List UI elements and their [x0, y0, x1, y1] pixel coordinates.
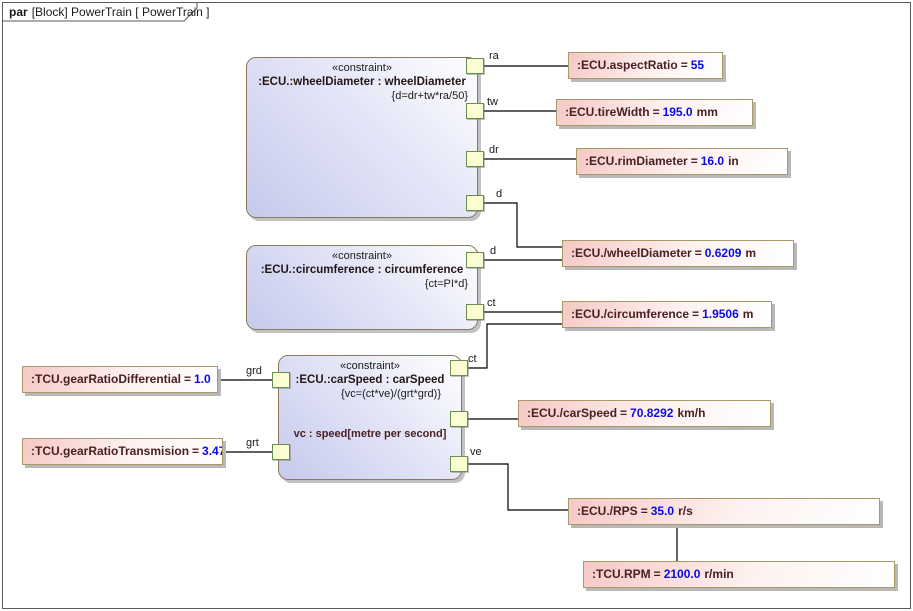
port-label-d2: d — [490, 245, 497, 257]
port-label-ra: ra — [489, 50, 499, 62]
value-unit: km/h — [677, 406, 706, 420]
port-label-ve: ve — [470, 446, 482, 458]
equals-sign: = — [620, 406, 628, 420]
port-label-grd: grd — [246, 365, 262, 377]
value-label: :ECU./circumference — [571, 307, 690, 321]
port-grt-carspeed[interactable] — [272, 444, 290, 460]
value-number: 195.0 — [662, 105, 693, 119]
port-d-circumference[interactable] — [466, 252, 484, 268]
value-unit: m — [745, 246, 757, 260]
value-label: :ECU./wheelDiameter — [571, 246, 692, 260]
value-number: 55 — [690, 58, 705, 72]
port-label-ct2: ct — [487, 297, 496, 309]
port-label-d1: d — [496, 188, 503, 200]
value-box-aspectratio[interactable]: :ECU.aspectRatio = 55 — [568, 52, 723, 79]
port-d-wheeldiameter[interactable] — [466, 195, 484, 211]
frame-title-text: [Block] PowerTrain [ PowerTrain ] — [31, 5, 210, 19]
equals-sign: = — [680, 58, 688, 72]
equals-sign: = — [692, 307, 700, 321]
value-label: :ECU.rimDiameter — [585, 154, 688, 168]
diagram-frame-title: par [Block] PowerTrain [ PowerTrain ] — [9, 5, 210, 19]
port-label-ct3: ct — [468, 353, 477, 365]
value-box-rimdiameter[interactable]: :ECU.rimDiameter = 16.0 in — [576, 148, 788, 175]
value-box-gearratiodifferential[interactable]: :TCU.gearRatioDifferential = 1.0 — [22, 366, 218, 393]
port-tw[interactable] — [466, 103, 484, 119]
value-unit: m — [742, 307, 754, 321]
value-label: :ECU.aspectRatio — [577, 58, 678, 72]
equals-sign: = — [694, 246, 702, 260]
equals-sign: = — [652, 105, 660, 119]
port-dr[interactable] — [466, 151, 484, 167]
equals-sign: = — [184, 372, 192, 386]
connector-d-wheeldiameter[interactable] — [484, 202, 562, 248]
value-number: 2100.0 — [663, 567, 701, 581]
value-label: :TCU.gearRatioTransmision — [31, 444, 190, 458]
value-box-rps[interactable]: :ECU./RPS = 35.0 r/s — [568, 498, 880, 525]
parametric-diagram-canvas: par [Block] PowerTrain [ PowerTrain ] «co… — [0, 0, 913, 611]
equals-sign: = — [192, 444, 200, 458]
value-label: :TCU.RPM — [592, 567, 651, 581]
value-box-gearratiotransmision[interactable]: :TCU.gearRatioTransmision=3.47 — [22, 438, 223, 465]
value-box-wheeldiameter[interactable]: :ECU./wheelDiameter = 0.6209 m — [562, 240, 794, 267]
equals-sign: = — [640, 504, 648, 518]
port-vc-carspeed[interactable] — [450, 411, 468, 427]
value-unit: in — [728, 154, 739, 168]
port-grd-carspeed[interactable] — [272, 372, 290, 388]
value-label: :ECU.tireWidth — [565, 105, 650, 119]
port-label-dr: dr — [489, 144, 499, 156]
value-box-carspeed[interactable]: :ECU./carSpeed = 70.8292 km/h — [518, 400, 771, 427]
value-unit: r/s — [678, 504, 693, 518]
port-ra[interactable] — [466, 58, 484, 74]
value-number: 1.9506 — [702, 307, 739, 321]
value-number: 0.6209 — [704, 246, 742, 260]
port-ct-circumference[interactable] — [466, 304, 484, 320]
value-label: :ECU./RPS — [577, 504, 638, 518]
connector-ve-rps[interactable] — [468, 463, 568, 511]
value-unit: mm — [696, 105, 718, 119]
value-label: :TCU.gearRatioDifferential — [31, 372, 182, 386]
value-unit: r/min — [704, 567, 734, 581]
value-label: :ECU./carSpeed — [527, 406, 618, 420]
value-number: 1.0 — [194, 372, 211, 386]
value-number: 70.8292 — [630, 406, 674, 420]
port-ct-carspeed[interactable] — [450, 360, 468, 376]
frame-keyword: par — [9, 5, 28, 19]
equals-sign: = — [690, 154, 698, 168]
port-label-grt: grt — [246, 437, 259, 449]
value-number: 35.0 — [650, 504, 675, 518]
value-box-tirewidth[interactable]: :ECU.tireWidth = 195.0 mm — [556, 99, 753, 126]
value-box-circumference[interactable]: :ECU./circumference = 1.9506 m — [562, 301, 772, 328]
port-ve-carspeed[interactable] — [450, 456, 468, 472]
value-box-rpm[interactable]: :TCU.RPM = 2100.0 r/min — [583, 561, 895, 588]
equals-sign: = — [653, 567, 661, 581]
port-label-tw: tw — [487, 96, 498, 108]
value-number: 16.0 — [700, 154, 725, 168]
connector-ct-carspeed[interactable] — [468, 323, 562, 369]
value-number: 3.47 — [202, 444, 222, 458]
